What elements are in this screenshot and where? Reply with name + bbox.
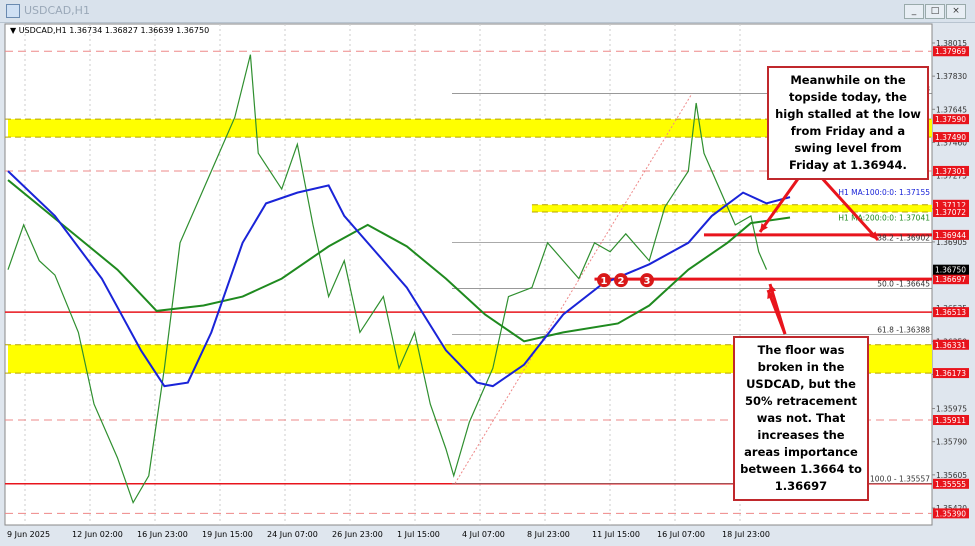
price-level-label: 1.37590 — [935, 115, 966, 124]
fib-label: 38.2 -1.36902 — [877, 233, 930, 242]
price-level-label: 1.35555 — [935, 480, 966, 489]
x-tick-label: 4 Jul 07:00 — [462, 530, 505, 539]
price-level-label: 1.37301 — [935, 167, 966, 176]
maximize-button[interactable]: □ — [925, 4, 945, 19]
touch-marker-label: 3 — [644, 276, 651, 287]
x-tick-label: 1 Jul 15:00 — [397, 530, 440, 539]
x-tick-label: 26 Jun 23:00 — [332, 530, 383, 539]
y-tick-label: 1.37830 — [936, 72, 967, 81]
price-level-label: 1.35911 — [935, 416, 966, 425]
ma200-label: H1 MA:200:0:0: 1.37041 — [838, 214, 930, 223]
price-level-label: 1.37490 — [935, 133, 966, 142]
price-level-label: 1.36331 — [935, 341, 966, 350]
support-resistance-zone — [531, 204, 932, 212]
y-tick-label: 1.35605 — [936, 471, 967, 480]
x-tick-label: 8 Jul 23:00 — [527, 530, 570, 539]
x-tick-label: 24 Jun 07:00 — [267, 530, 318, 539]
current-price-label: 1.36750 — [935, 266, 966, 275]
x-tick-label: 18 Jul 23:00 — [722, 530, 770, 539]
annotation-floor: The floor was broken in the USDCAD, but … — [733, 336, 869, 501]
minimize-button[interactable]: _ — [904, 4, 924, 19]
price-level-label: 1.36944 — [935, 231, 966, 240]
fib-label: 50.0 -1.36645 — [877, 279, 930, 288]
chart-window-icon — [6, 4, 20, 18]
x-tick-label: 12 Jun 02:00 — [72, 530, 123, 539]
x-tick-label: 19 Jun 15:00 — [202, 530, 253, 539]
price-level-label: 1.36173 — [935, 369, 966, 378]
touch-marker-label: 1 — [601, 276, 608, 287]
x-tick-label: 16 Jul 07:00 — [657, 530, 705, 539]
price-level-label: 1.37072 — [935, 208, 966, 217]
symbol-ohlc-info: ▼ USDCAD,H1 1.36734 1.36827 1.36639 1.36… — [10, 26, 210, 35]
y-tick-label: 1.35975 — [936, 405, 967, 414]
fib-label: 100.0 - 1.35557 — [870, 474, 930, 483]
x-tick-label: 9 Jun 2025 — [7, 530, 50, 539]
price-level-label: 1.35390 — [935, 509, 966, 518]
window-title: USDCAD,H1 — [24, 4, 90, 17]
y-tick-label: 1.37645 — [936, 105, 967, 114]
y-tick-label: 1.35790 — [936, 438, 967, 447]
price-level-label: 1.36697 — [935, 275, 966, 284]
fib-label: 61.8 -1.36388 — [877, 326, 930, 335]
ma100-label: H1 MA:100:0:0: 1.37155 — [838, 188, 930, 197]
price-level-label: 1.37969 — [935, 47, 966, 56]
annotation-topside: Meanwhile on the topside today, the high… — [767, 66, 929, 180]
window-titlebar: USDCAD,H1 _ □ × — [0, 0, 975, 23]
price-level-label: 1.36513 — [935, 308, 966, 317]
x-tick-label: 11 Jul 15:00 — [592, 530, 640, 539]
x-tick-label: 16 Jun 23:00 — [137, 530, 188, 539]
close-button[interactable]: × — [946, 4, 966, 19]
touch-marker-label: 2 — [618, 276, 625, 287]
